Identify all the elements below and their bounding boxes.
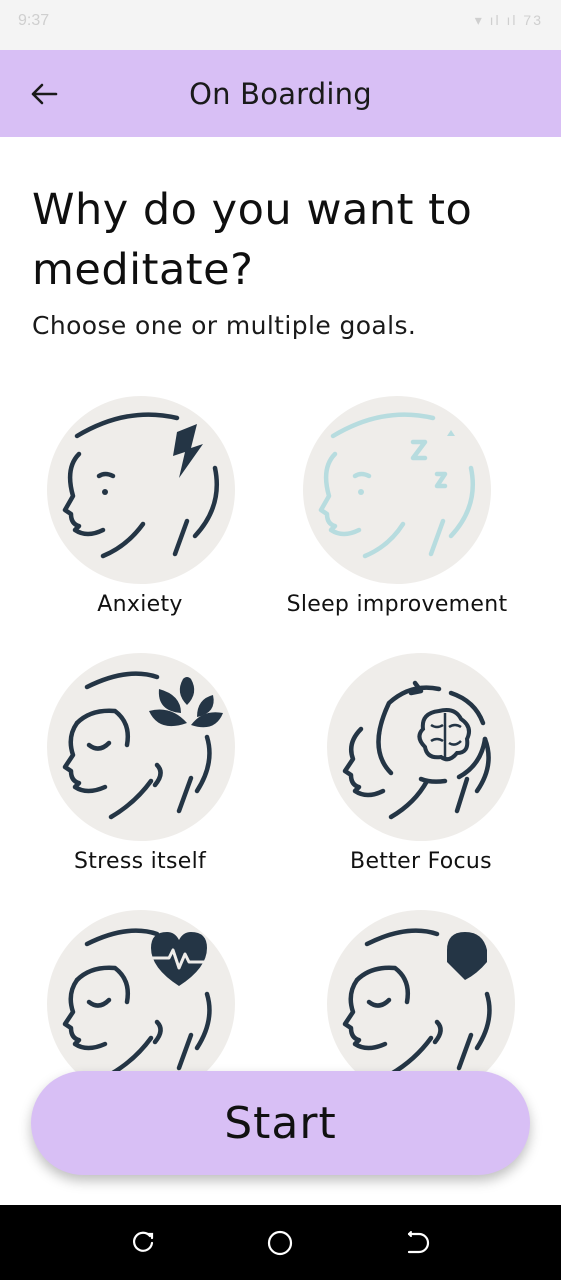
goal-image bbox=[47, 910, 235, 1098]
goal-label: Anxiety bbox=[97, 592, 183, 617]
goal-image bbox=[47, 653, 235, 841]
goal-label: Stress itself bbox=[73, 849, 207, 874]
page-title: On Boarding bbox=[189, 77, 372, 111]
status-time: 9:37 bbox=[18, 12, 50, 29]
start-button[interactable]: Start bbox=[31, 1071, 530, 1175]
goal-image bbox=[327, 653, 515, 841]
status-indicators: ▾ ıl ıl 73 bbox=[474, 12, 543, 28]
goal-option-heartbeat[interactable] bbox=[10, 910, 270, 1098]
question-subheading: Choose one or multiple goals. bbox=[32, 311, 417, 340]
status-bar: 9:37 ▾ ıl ıl 73 bbox=[0, 0, 561, 50]
goal-label: Sleep improvement bbox=[286, 592, 508, 617]
head-sleep-icon bbox=[318, 412, 476, 559]
goal-image bbox=[327, 910, 515, 1098]
start-button-label: Start bbox=[224, 1097, 337, 1149]
app-bar: On Boarding bbox=[0, 50, 561, 137]
head-lightning-icon bbox=[62, 412, 220, 559]
back-nav-icon bbox=[407, 1231, 430, 1254]
home-icon bbox=[267, 1230, 293, 1256]
goal-option-pill[interactable] bbox=[291, 910, 551, 1098]
question-heading: Why do you want to meditate? bbox=[32, 185, 473, 295]
head-lotus-icon bbox=[62, 671, 223, 820]
goal-option-sleep-improvement[interactable]: Sleep improvement bbox=[267, 396, 527, 626]
goal-option-stress-itself[interactable]: Stress itself bbox=[10, 653, 270, 883]
head-brain-icon bbox=[342, 680, 491, 820]
goal-image bbox=[47, 396, 235, 584]
recent-apps-button[interactable] bbox=[127, 1227, 159, 1259]
goal-option-anxiety[interactable]: Anxiety bbox=[10, 396, 270, 626]
recent-apps-icon bbox=[132, 1231, 154, 1252]
goal-label: Better Focus bbox=[350, 849, 492, 874]
goal-option-better-focus[interactable]: Better Focus bbox=[291, 653, 551, 883]
head-pill-icon bbox=[342, 928, 492, 1077]
system-nav-bar bbox=[0, 1205, 561, 1280]
goal-image bbox=[303, 396, 491, 584]
head-heartbeat-icon bbox=[62, 928, 212, 1077]
home-button[interactable] bbox=[264, 1227, 296, 1259]
back-nav-button[interactable] bbox=[401, 1227, 433, 1259]
